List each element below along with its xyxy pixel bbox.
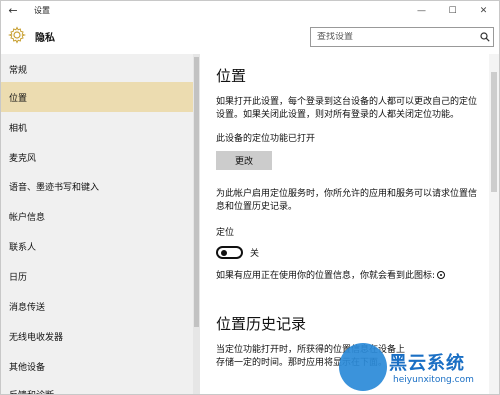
sidebar-item-speech-inking[interactable]: 语音、墨迹书写和键入 [1, 171, 193, 201]
watermark-logo-icon [339, 343, 387, 391]
location-icon-hint: 如果有应用正在使用你的位置信息，你就会看到此图标: [216, 270, 476, 283]
main-scrollbar-thumb[interactable] [491, 72, 497, 192]
gear-icon [8, 26, 26, 44]
watermark-url: heiyunxitong.com [393, 375, 474, 385]
sidebar-item-other-devices[interactable]: 其他设备 [1, 351, 193, 381]
settings-window: ← 设置 — ☐ ✕ 隐私 常规 位置 相机 麦克风 语音、墨迹书写和键入 帐户… [0, 0, 500, 395]
search-box[interactable] [310, 27, 494, 47]
sidebar-item-camera[interactable]: 相机 [1, 112, 193, 142]
sidebar-item-contacts[interactable]: 联系人 [1, 231, 193, 261]
page-header: 隐私 [1, 20, 499, 54]
search-input[interactable] [311, 32, 477, 42]
location-service-description: 为此帐户启用定位服务时，你所允许的应用和服务可以请求位置信息和位置历史记录。 [216, 189, 478, 212]
location-toggle[interactable] [216, 246, 243, 259]
sidebar-item-calendar[interactable]: 日历 [1, 261, 193, 291]
location-icon-hint-text: 如果有应用正在使用你的位置信息，你就会看到此图标: [216, 271, 436, 281]
sidebar-item-feedback[interactable]: 反馈和诊断 [1, 379, 193, 395]
location-in-use-icon [437, 271, 446, 279]
change-button[interactable]: 更改 [216, 151, 272, 170]
window-title: 设置 [34, 6, 50, 15]
sidebar-item-radios[interactable]: 无线电收发器 [1, 321, 193, 351]
section-heading-location: 位置 [216, 67, 247, 85]
sidebar-item-microphone[interactable]: 麦克风 [1, 142, 193, 172]
close-icon[interactable]: ✕ [468, 1, 499, 20]
sidebar-item-location[interactable]: 位置 [1, 82, 193, 112]
title-bar: ← 设置 — ☐ ✕ [1, 1, 499, 20]
location-label: 定位 [216, 228, 235, 238]
location-toggle-knob [221, 250, 227, 256]
sidebar-scrollbar[interactable] [193, 54, 200, 394]
section-heading-location-history: 位置历史记录 [216, 315, 307, 333]
sidebar-item-general[interactable]: 常规 [1, 54, 193, 84]
sidebar-item-account-info[interactable]: 帐户信息 [1, 201, 193, 231]
maximize-icon[interactable]: ☐ [437, 1, 468, 20]
watermark-title: 黑云系统 [389, 353, 465, 374]
watermark: 黑云系统 heiyunxitong.com [339, 339, 499, 394]
location-intro-text: 如果打开此设置，每个登录到这台设备的人都可以更改自己的定位设置。如果关闭此设置，… [216, 97, 478, 120]
page-title: 隐私 [35, 33, 55, 44]
window-controls: — ☐ ✕ [406, 1, 499, 20]
device-location-status: 此设备的定位功能已打开 [216, 134, 316, 144]
minimize-icon[interactable]: — [406, 1, 437, 20]
search-icon[interactable] [477, 28, 493, 46]
back-arrow-icon[interactable]: ← [1, 1, 25, 20]
sidebar-scrollbar-thumb[interactable] [194, 57, 199, 327]
sidebar: 常规 位置 相机 麦克风 语音、墨迹书写和键入 帐户信息 联系人 日历 消息传送… [1, 54, 193, 395]
location-toggle-state: 关 [250, 249, 260, 259]
sidebar-item-messaging[interactable]: 消息传送 [1, 291, 193, 321]
